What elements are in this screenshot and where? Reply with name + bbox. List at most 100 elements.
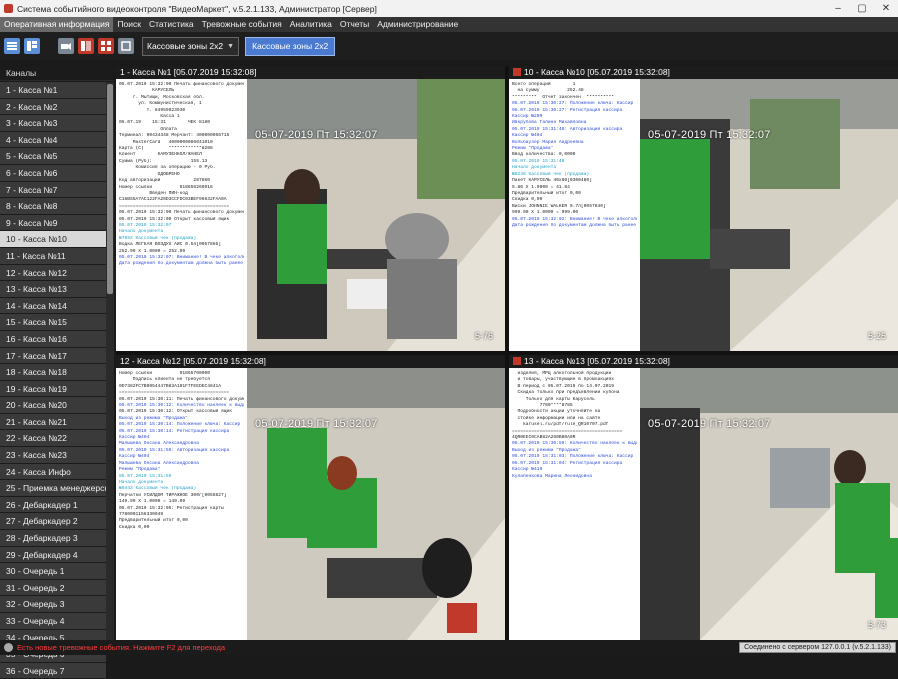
minimize-button[interactable]: –	[826, 3, 850, 14]
receipt-log: Номер ссылки 91865700000 Подпись клиента…	[116, 368, 247, 640]
maximize-button[interactable]: ▢	[850, 3, 874, 14]
video-timestamp: 05-07-2019 Пт 15:32:07	[255, 418, 378, 430]
pane-title: 12 - Касса №12 [05.07.2019 15:32:08]	[116, 355, 505, 368]
sidebar-channel-item[interactable]: 13 - Касса №13	[0, 281, 106, 298]
detail-view-button[interactable]	[24, 38, 40, 54]
sidebar-channel-item[interactable]: 31 - Очередь 2	[0, 579, 106, 597]
sidebar-channel-item[interactable]: 32 - Очередь 3	[0, 596, 106, 613]
status-bar: Есть новые тревожные события. Нажмите F2…	[0, 640, 898, 655]
camera-tool-button[interactable]	[58, 38, 74, 54]
sidebar-channel-item[interactable]: 36 - Очередь 7	[0, 662, 106, 679]
sidebar-channel-item[interactable]: 12 - Касса №12	[0, 264, 106, 282]
camera-frame-image	[247, 79, 505, 351]
sidebar-channel-item[interactable]: 7 - Касса №7	[0, 181, 106, 199]
sidebar-channel-item[interactable]: 14 - Касса №14	[0, 297, 106, 315]
sidebar-channel-item[interactable]: 1 - Касса №1	[0, 82, 106, 99]
alarm-notification[interactable]: Есть новые тревожные события. Нажмите F2…	[4, 643, 225, 652]
receipt-log: изделия, МРЦ алкогольной продукции и тов…	[509, 368, 640, 640]
sidebar-channel-item[interactable]: 26 - Дебаркадер 1	[0, 496, 106, 514]
video-pane[interactable]: 12 - Касса №12 [05.07.2019 15:32:08] Ном…	[116, 355, 505, 640]
fullscreen-icon	[121, 41, 131, 51]
sidebar-channel-item[interactable]: 15 - Касса №15	[0, 314, 106, 331]
grid-view-button[interactable]	[98, 38, 114, 54]
sidebar-channel-item[interactable]: 9 - Касса №9	[0, 214, 106, 232]
fullscreen-button[interactable]	[118, 38, 134, 54]
sidebar-channel-item[interactable]: 29 - Дебаркадер 4	[0, 546, 106, 564]
sidebar-channel-item[interactable]: 20 - Касса №20	[0, 397, 106, 414]
menu-analytics[interactable]: Аналитика	[286, 17, 336, 32]
menu-search[interactable]: Поиск	[113, 17, 145, 32]
camera-icon	[61, 43, 71, 50]
close-pane-icon[interactable]	[513, 68, 521, 76]
chevron-down-icon: ▼	[227, 42, 235, 50]
menu-operational-info[interactable]: Оперативная информация	[0, 17, 114, 32]
layout-select[interactable]: Кассовые зоны 2x2 ▼	[142, 36, 240, 56]
sidebar-channel-item[interactable]: 5 - Касса №5	[0, 148, 106, 165]
receipt-line: Терминал: 00434348 Мерчант: 400000056715	[119, 133, 230, 139]
layout-select-value: Кассовые зоны 2x2	[147, 40, 224, 51]
sidebar-channel-item[interactable]: 18 - Касса №18	[0, 364, 106, 381]
receipt-line: 05.07.2019 15:30:14: Положение ключа: Ка…	[119, 422, 241, 428]
sidebar-channel-item[interactable]: 22 - Касса №22	[0, 430, 106, 448]
sidebar-channel-item[interactable]: 8 - Касса №8	[0, 198, 106, 215]
window-title-bar: Система событийного видеоконтроля "Видео…	[0, 0, 898, 17]
sidebar-channel-item[interactable]: 27 - Дебаркадер 2	[0, 513, 106, 531]
sidebar-channel-item[interactable]: 10 - Касса №10	[0, 231, 106, 248]
receipt-line: Скидка 0,00	[119, 524, 150, 530]
camera-feed[interactable]: 05-07-2019 Пт 15:32:07 5-25	[640, 79, 898, 351]
single-view-button[interactable]	[78, 38, 94, 54]
sidebar-channel-item[interactable]: 3 - Касса №3	[0, 115, 106, 132]
camera-frame-image	[640, 79, 898, 351]
sidebar-channel-item[interactable]: 30 - Очередь 1	[0, 563, 106, 580]
video-grid: 1 - Касса №1 [05.07.2019 15:32:08] 05.07…	[116, 66, 898, 640]
menu-reports[interactable]: Отчеты	[336, 17, 373, 32]
pane-title: 13 - Касса №13 [05.07.2019 15:32:08]	[509, 355, 898, 368]
menu-statistics[interactable]: Статистика	[145, 17, 198, 32]
sidebar-scrollbar[interactable]	[106, 82, 114, 640]
camera-id-label: 5-76	[474, 331, 493, 341]
sidebar-channel-item[interactable]: 2 - Касса №2	[0, 98, 106, 116]
receipt-line: C16BS5A7AC122FA20D3CCFDC03BEF96632FAA0A	[119, 197, 227, 203]
menu-administration[interactable]: Администрирование	[373, 17, 462, 32]
receipt-line: ========================================	[119, 390, 230, 396]
camera-feed[interactable]: 05-07-2019 Пт 15:32:07	[247, 368, 505, 640]
sidebar-channel-item[interactable]: 4 - Касса №4	[0, 131, 106, 149]
close-button[interactable]: ✕	[874, 3, 898, 14]
video-timestamp: 05-07-2019 Пт 15:32:07	[255, 129, 378, 141]
video-pane[interactable]: 1 - Касса №1 [05.07.2019 15:32:08] 05.07…	[116, 66, 505, 351]
sidebar-channel-item[interactable]: 17 - Касса №17	[0, 347, 106, 365]
scrollbar-thumb[interactable]	[107, 84, 113, 294]
sidebar-channel-item[interactable]: 19 - Касса №19	[0, 380, 106, 398]
receipt-line: Дата рождения по документам должна быть …	[512, 222, 637, 228]
video-timestamp: 05-07-2019 Пт 15:32:07	[648, 418, 771, 430]
sidebar-channel-item[interactable]: 28 - Дебаркадер 3	[0, 530, 106, 547]
close-pane-icon[interactable]	[513, 357, 521, 365]
sidebar-channel-item[interactable]: 33 - Очередь 4	[0, 613, 106, 630]
video-pane[interactable]: 10 - Касса №10 [05.07.2019 15:32:08] Все…	[509, 66, 898, 351]
receipt-log: Всего операций 1 на сумму 252.48 ********…	[509, 79, 640, 351]
pane-title: 1 - Касса №1 [05.07.2019 15:32:08]	[116, 66, 505, 79]
sidebar-channel-item[interactable]: 6 - Касса №6	[0, 164, 106, 182]
pane-title: 10 - Касса №10 [05.07.2019 15:32:08]	[509, 66, 898, 79]
camera-feed[interactable]: 05-07-2019 Пт 15:32:07 5-76	[247, 79, 505, 351]
video-pane[interactable]: 13 - Касса №13 [05.07.2019 15:32:08] изд…	[509, 355, 898, 640]
sidebar-channel-item[interactable]: 21 - Касса №21	[0, 413, 106, 431]
app-logo-icon	[4, 4, 13, 13]
sidebar-channel-item[interactable]: 23 - Касса №23	[0, 447, 106, 464]
camera-feed[interactable]: 05-07-2019 Пт 15:32:07 5-73	[640, 368, 898, 640]
receipt-line: 05.07.2019 15:30:27: Положение ключа: Ка…	[512, 101, 634, 107]
layout-tab[interactable]: Кассовые зоны 2x2	[245, 36, 336, 56]
channels-sidebar: Каналы 1 - Касса №1 2 - Касса №2 3 - Касса…	[0, 66, 114, 679]
sidebar-channel-item[interactable]: 16 - Касса №16	[0, 330, 106, 348]
menu-alarm-events[interactable]: Тревожные события	[198, 17, 286, 32]
receipt-line: Дата рождения по документам должна быть …	[119, 261, 244, 267]
sidebar-channel-item[interactable]: 25 - Приемка менеджерская	[0, 480, 106, 497]
receipt-line: 05.07.2019 15:30:12: Открыт кассовый ящи…	[119, 409, 233, 415]
camera-frame-image	[640, 368, 898, 640]
sidebar-channel-item[interactable]: 11 - Касса №11	[0, 247, 106, 265]
sidebar-channel-item[interactable]: 24 - Касса Инфо	[0, 463, 106, 481]
list-view-button[interactable]	[4, 38, 20, 54]
receipt-line: 05.07.2019 15:31:03: Положение ключа: Ка…	[512, 454, 634, 460]
camera-frame-image	[247, 368, 505, 640]
camera-id-label: 5-73	[867, 620, 886, 630]
